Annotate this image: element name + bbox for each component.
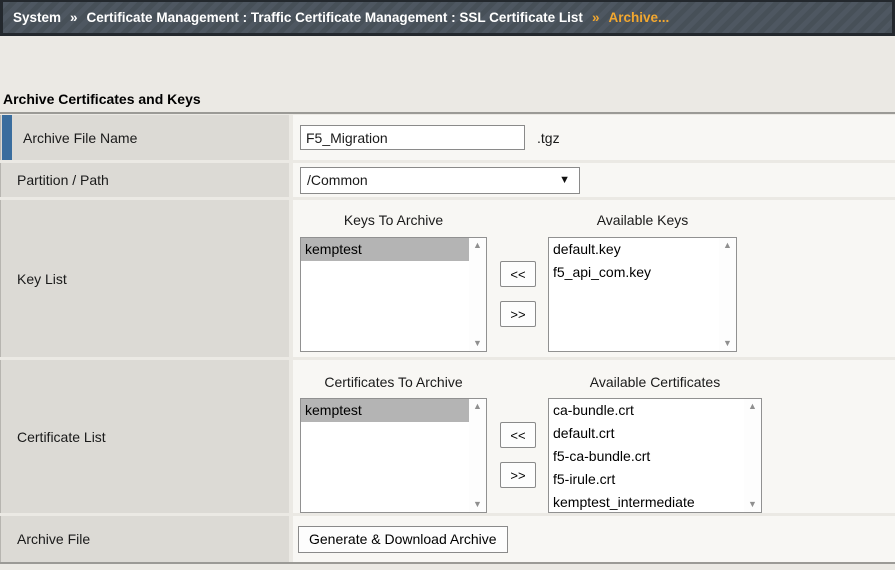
certificates-move-right-button[interactable]: >>	[500, 462, 536, 488]
scroll-down-icon[interactable]: ▼	[723, 339, 732, 348]
partition-path-cell: /Common ▼	[293, 163, 895, 197]
generate-download-archive-button[interactable]: Generate & Download Archive	[298, 526, 508, 553]
page-title: Archive Certificates and Keys	[3, 91, 201, 107]
list-item[interactable]: default.crt	[549, 422, 744, 445]
scroll-down-icon[interactable]: ▼	[473, 339, 482, 348]
available-certificates-heading: Available Certificates	[548, 374, 762, 390]
archive-file-label: Archive File	[17, 531, 90, 547]
keys-move-left-button[interactable]: <<	[500, 261, 536, 287]
scroll-up-icon[interactable]: ▲	[748, 402, 757, 411]
scroll-up-icon[interactable]: ▲	[723, 241, 732, 250]
scroll-down-icon[interactable]: ▼	[473, 500, 482, 509]
breadcrumb-system-link[interactable]: System	[13, 10, 61, 25]
keys-to-archive-heading: Keys To Archive	[300, 212, 487, 228]
page: System » Certificate Management : Traffi…	[0, 0, 895, 570]
list-item[interactable]: f5-irule.crt	[549, 468, 744, 491]
available-keys-listbox[interactable]: default.key f5_api_com.key ▲ ▼	[548, 237, 737, 352]
list-item[interactable]: kemptest_intermediate	[549, 491, 744, 512]
key-list-cell: Keys To Archive Available Keys kemptest …	[293, 200, 895, 357]
available-certificates-listbox[interactable]: ca-bundle.crt default.crt f5-ca-bundle.c…	[548, 398, 762, 513]
list-item[interactable]: kemptest	[301, 399, 469, 422]
breadcrumb: System » Certificate Management : Traffi…	[0, 0, 895, 36]
keys-move-right-button[interactable]: >>	[500, 301, 536, 327]
available-certificates-scrollbar[interactable]: ▲ ▼	[744, 399, 761, 512]
partition-path-label: Partition / Path	[17, 172, 109, 188]
keys-to-archive-listbox[interactable]: kemptest ▲ ▼	[300, 237, 487, 352]
archive-file-name-label: Archive File Name	[23, 130, 137, 146]
certificates-move-left-button[interactable]: <<	[500, 422, 536, 448]
scroll-up-icon[interactable]: ▲	[473, 241, 482, 250]
list-item[interactable]: f5-ca-bundle.crt	[549, 445, 744, 468]
certificate-list-cell: Certificates To Archive Available Certif…	[293, 360, 895, 513]
list-item[interactable]: default.key	[549, 238, 719, 261]
partition-select[interactable]: /Common ▼	[300, 167, 580, 194]
certificate-list-label-cell: Certificate List	[0, 360, 289, 513]
archive-file-name-input[interactable]	[300, 125, 525, 150]
scroll-up-icon[interactable]: ▲	[473, 402, 482, 411]
partition-path-label-cell: Partition / Path	[0, 163, 289, 197]
archive-file-cell: Generate & Download Archive	[293, 516, 895, 562]
archive-file-label-cell: Archive File	[0, 516, 289, 562]
available-keys-scrollbar[interactable]: ▲ ▼	[719, 238, 736, 351]
archive-file-name-label-cell: Archive File Name	[0, 115, 289, 160]
scroll-down-icon[interactable]: ▼	[748, 500, 757, 509]
certificates-to-archive-listbox[interactable]: kemptest ▲ ▼	[300, 398, 487, 513]
list-item[interactable]: ca-bundle.crt	[549, 399, 744, 422]
key-list-label-cell: Key List	[0, 200, 289, 357]
list-item[interactable]: f5_api_com.key	[549, 261, 719, 284]
list-item[interactable]: kemptest	[301, 238, 469, 261]
table-top-border	[0, 112, 895, 114]
certificates-to-archive-scrollbar[interactable]: ▲ ▼	[469, 399, 486, 512]
certificates-to-archive-heading: Certificates To Archive	[300, 374, 487, 390]
breadcrumb-separator-icon: »	[592, 10, 600, 25]
archive-file-extension: .tgz	[537, 130, 560, 146]
required-field-accent	[2, 115, 12, 160]
archive-file-name-cell: .tgz	[293, 115, 895, 160]
available-keys-heading: Available Keys	[548, 212, 737, 228]
keys-to-archive-scrollbar[interactable]: ▲ ▼	[469, 238, 486, 351]
breadcrumb-path[interactable]: Certificate Management : Traffic Certifi…	[87, 10, 583, 25]
breadcrumb-separator-icon: »	[70, 10, 78, 25]
dropdown-arrow-icon: ▼	[559, 174, 570, 186]
certificate-list-label: Certificate List	[17, 429, 106, 445]
table-bottom-border	[0, 562, 895, 564]
key-list-label: Key List	[17, 271, 67, 287]
breadcrumb-current-page: Archive...	[608, 10, 669, 25]
partition-selected-value: /Common	[307, 172, 368, 188]
